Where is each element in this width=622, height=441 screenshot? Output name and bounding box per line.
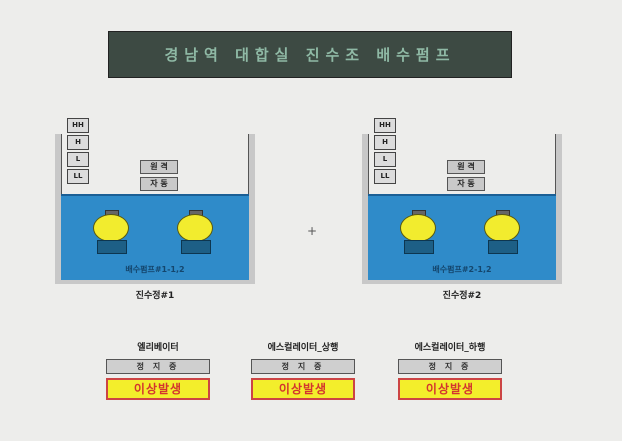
escalator-up-panel: 에스컬레이터_상행 정 지 중 이상발생 [243,340,363,400]
center-marker: + [307,224,318,238]
panel-title: 에스컬레이터_상행 [267,343,339,353]
pump-base [97,240,127,254]
sump-tank-2: HH H L LL 원 격 자 동 배수펌프#2-1,2 진수정#2 [362,118,562,301]
pump-group-label: 배수펌프#2-1,2 [432,265,492,274]
pump-base [404,240,434,254]
pump-body [400,214,436,242]
pump-base [181,240,211,254]
status-badge: 정 지 중 [251,359,355,374]
pump-group-label: 배수펌프#1-1,2 [125,265,185,274]
sump-tank-1: HH H L LL 원 격 자 동 배수펌프#1-1,2 진수정#1 [55,118,255,301]
panel-title: 엘리베이터 [137,343,179,353]
level-hh: HH [374,118,396,133]
pump-icon[interactable] [398,210,438,254]
level-l: L [67,152,89,167]
pump-body [93,214,129,242]
status-badge: 정 지 중 [106,359,210,374]
remote-mode-button[interactable]: 원 격 [140,160,178,174]
level-l: L [374,152,396,167]
level-h: H [374,135,396,150]
level-indicator-stack: HH H L LL [67,118,89,186]
pump-body [484,214,520,242]
escalator-down-panel: 에스컬레이터_하행 정 지 중 이상발생 [390,340,510,400]
auto-mode-button[interactable]: 자 동 [447,177,485,191]
scada-screen: 경남역 대합실 진수조 배수펌프 HH H L LL 원 격 자 동 배수펌프#… [0,0,622,441]
pump-icon[interactable] [175,210,215,254]
title-banner: 경남역 대합실 진수조 배수펌프 [108,31,512,78]
status-badge: 정 지 중 [398,359,502,374]
page-title: 경남역 대합실 진수조 배수펌프 [164,46,456,64]
level-hh: HH [67,118,89,133]
pump-icon[interactable] [482,210,522,254]
level-h: H [67,135,89,150]
pump-base [488,240,518,254]
alarm-indicator[interactable]: 이상발생 [251,378,355,400]
level-ll: LL [374,169,396,184]
auto-mode-button[interactable]: 자 동 [140,177,178,191]
remote-mode-button[interactable]: 원 격 [447,160,485,174]
pump-icon[interactable] [91,210,131,254]
level-ll: LL [67,169,89,184]
elevator-panel: 엘리베이터 정 지 중 이상발생 [98,340,218,400]
tank-name: 진수정#2 [442,291,482,301]
pump-body [177,214,213,242]
level-indicator-stack: HH H L LL [374,118,396,186]
panel-title: 에스컬레이터_하행 [414,343,486,353]
alarm-indicator[interactable]: 이상발생 [106,378,210,400]
alarm-indicator[interactable]: 이상발생 [398,378,502,400]
tank-name: 진수정#1 [135,291,175,301]
